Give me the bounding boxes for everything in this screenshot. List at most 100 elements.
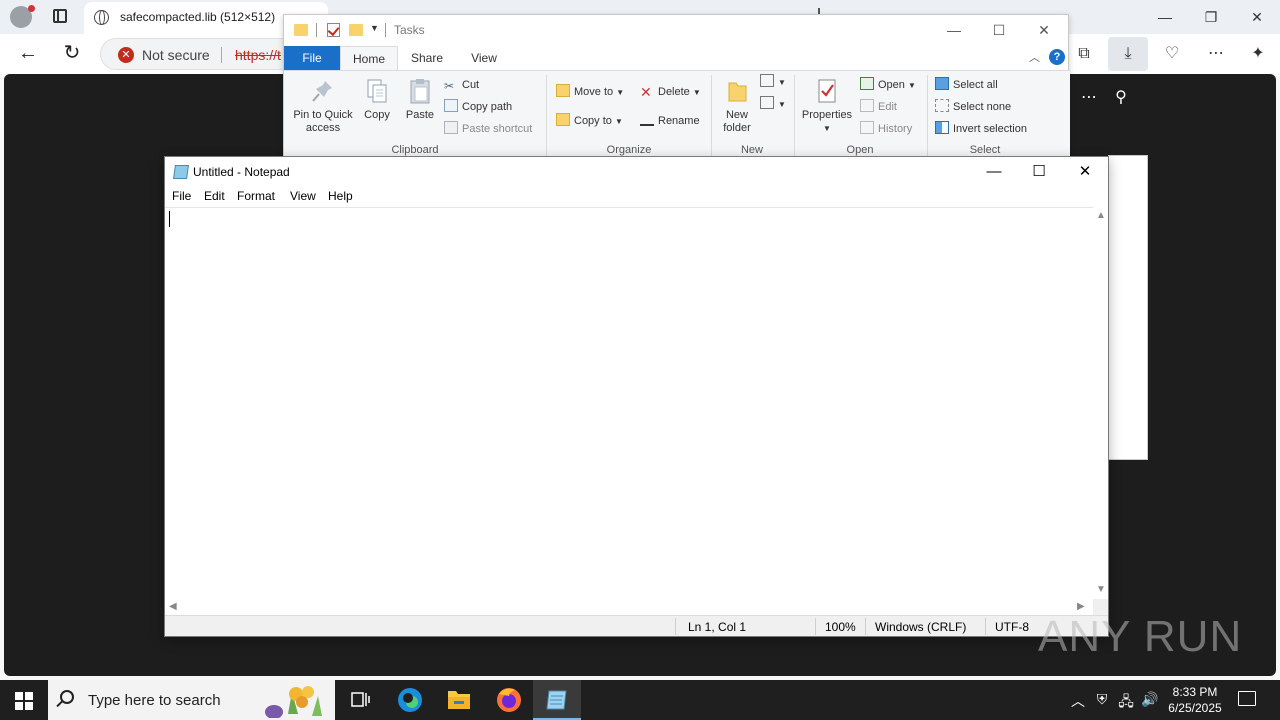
notepad-taskbar-button[interactable] xyxy=(533,680,581,720)
file-explorer-taskbar-button[interactable] xyxy=(435,680,483,720)
paste-button[interactable]: Paste xyxy=(402,77,438,122)
vertical-scrollbar[interactable]: ▲ ▼ xyxy=(1093,207,1108,599)
paste-shortcut-button[interactable]: Paste shortcut xyxy=(444,120,532,138)
notepad-menubar: File Edit Format View Help xyxy=(165,187,1108,207)
edit-icon xyxy=(860,99,874,112)
edit-button[interactable]: Edit xyxy=(860,98,897,116)
notifications-icon[interactable] xyxy=(1238,691,1256,706)
pin-label: Pin to Quick access xyxy=(293,109,353,134)
horizontal-scrollbar[interactable]: ◀ ▶ xyxy=(165,599,1093,615)
address-url[interactable]: https://t xyxy=(235,47,281,63)
title-separator xyxy=(385,23,386,37)
refresh-icon[interactable]: ↻ xyxy=(58,41,86,67)
rename-button[interactable]: Rename xyxy=(640,112,700,130)
status-separator xyxy=(985,618,986,635)
notepad-maximize-button[interactable]: ☐ xyxy=(1016,159,1062,185)
notepad-titlebar[interactable]: Untitled - Notepad — ☐ ✕ xyxy=(165,157,1108,187)
volume-icon[interactable]: 🔊 xyxy=(1140,691,1160,708)
status-line-ending: Windows (CRLF) xyxy=(875,620,967,634)
scroll-right-icon[interactable]: ▶ xyxy=(1077,601,1085,612)
explorer-titlebar[interactable]: ▼ Tasks — ☐ ✕ xyxy=(284,15,1070,46)
browser-close-button[interactable]: ✕ xyxy=(1234,5,1280,29)
copy-path-button[interactable]: Copy path xyxy=(444,98,512,116)
copy-icon xyxy=(367,79,387,103)
delete-button[interactable]: ✕ Delete ▼ xyxy=(640,83,701,101)
dropdown-chevron-icon: ▼ xyxy=(692,88,701,97)
select-all-label: Select all xyxy=(953,79,998,91)
notepad-minimize-button[interactable]: — xyxy=(971,159,1017,185)
status-zoom: 100% xyxy=(825,620,856,634)
explorer-close-button[interactable]: ✕ xyxy=(1022,19,1066,41)
explorer-minimize-button[interactable]: — xyxy=(932,19,976,41)
browser-minimize-button[interactable]: — xyxy=(1142,5,1188,29)
edge-taskbar-button[interactable] xyxy=(386,680,434,720)
scroll-up-icon[interactable]: ▲ xyxy=(1096,210,1106,221)
paste-icon xyxy=(410,79,430,104)
tab-view[interactable]: View xyxy=(456,46,512,70)
back-arrow-icon[interactable]: ← xyxy=(14,41,42,67)
menu-help[interactable]: Help xyxy=(328,189,353,203)
firefox-taskbar-button[interactable] xyxy=(485,680,533,720)
download-icon[interactable]: ⤓ xyxy=(1116,42,1140,66)
new-folder-button[interactable]: New folder xyxy=(716,77,758,135)
copilot-icon[interactable]: ✦ xyxy=(1246,42,1270,66)
more-icon[interactable]: ⋯ xyxy=(1078,87,1100,109)
security-tray-icon[interactable]: ⛨ xyxy=(1092,691,1112,708)
help-icon[interactable]: ? xyxy=(1049,49,1065,65)
split-screen-icon[interactable]: ⧉ xyxy=(1072,42,1096,66)
pin-to-quick-access-button[interactable]: Pin to Quick access xyxy=(288,77,358,135)
menu-file[interactable]: File xyxy=(172,189,191,203)
scroll-down-icon[interactable]: ▼ xyxy=(1096,584,1106,595)
customize-toolbar-chevron-icon[interactable]: ▼ xyxy=(370,23,379,33)
pin-icon[interactable]: ⚲ xyxy=(1110,87,1132,109)
browser-restore-button[interactable]: ❐ xyxy=(1188,5,1234,29)
search-icon xyxy=(60,690,74,704)
scroll-left-icon[interactable]: ◀ xyxy=(169,601,177,612)
history-button[interactable]: History xyxy=(860,120,912,138)
menu-edit[interactable]: Edit xyxy=(204,189,225,203)
cut-button[interactable]: ✂ Cut xyxy=(444,76,479,94)
organize-group-label: Organize xyxy=(606,144,652,156)
properties-button[interactable]: Properties ▼ xyxy=(798,77,856,135)
cut-label: Cut xyxy=(462,79,480,91)
task-view-button[interactable] xyxy=(336,680,384,720)
browser-essentials-icon[interactable]: ♡ xyxy=(1160,42,1184,66)
easy-access-button[interactable]: ▼ xyxy=(760,95,786,113)
open-label: Open xyxy=(878,79,905,91)
show-hidden-icons-chevron-icon[interactable]: ︿ xyxy=(1068,691,1088,711)
more-options-icon[interactable]: ⋯ xyxy=(1204,42,1228,66)
new-folder-small-icon[interactable] xyxy=(349,24,363,36)
invert-selection-button[interactable]: Invert selection xyxy=(935,120,1027,138)
new-item-button[interactable]: ▼ xyxy=(760,73,786,91)
taskbar-clock[interactable]: 8:33 PM 6/25/2025 xyxy=(1163,684,1227,716)
explorer-maximize-button[interactable]: ☐ xyxy=(977,19,1021,41)
paste-shortcut-icon xyxy=(444,121,458,134)
tab-share[interactable]: Share xyxy=(398,46,456,70)
security-label[interactable]: Not secure xyxy=(142,47,210,63)
tab-home[interactable]: Home xyxy=(340,46,398,70)
select-all-button[interactable]: Select all xyxy=(935,76,998,94)
copy-button[interactable]: Copy xyxy=(360,77,394,122)
copy-to-button[interactable]: Copy to ▼ xyxy=(556,112,623,130)
group-separator xyxy=(546,75,547,157)
search-highlight-image xyxy=(265,686,322,718)
quick-access-separator xyxy=(316,23,317,37)
network-icon[interactable]: 🖧 xyxy=(1116,691,1136,715)
properties-check-icon[interactable] xyxy=(327,23,340,37)
notepad-text-area[interactable] xyxy=(165,207,1093,599)
select-none-button[interactable]: Select none xyxy=(935,98,1011,116)
windows-start-icon[interactable] xyxy=(15,692,33,710)
delete-label: Delete xyxy=(658,86,690,98)
menu-view[interactable]: View xyxy=(290,189,316,203)
move-to-button[interactable]: Move to ▼ xyxy=(556,83,624,101)
status-encoding: UTF-8 xyxy=(995,620,1029,634)
taskbar-search-box[interactable]: Type here to search xyxy=(48,680,335,720)
menu-format[interactable]: Format xyxy=(237,189,275,203)
notepad-icon xyxy=(173,165,189,179)
tab-file[interactable]: File xyxy=(284,46,340,70)
tab-actions-icon[interactable] xyxy=(53,9,67,23)
scissors-icon: ✂ xyxy=(444,79,455,93)
collapse-ribbon-chevron-icon[interactable]: ︿ xyxy=(1029,49,1040,65)
open-button[interactable]: Open ▼ xyxy=(860,76,916,94)
notepad-close-button[interactable]: ✕ xyxy=(1062,159,1108,185)
